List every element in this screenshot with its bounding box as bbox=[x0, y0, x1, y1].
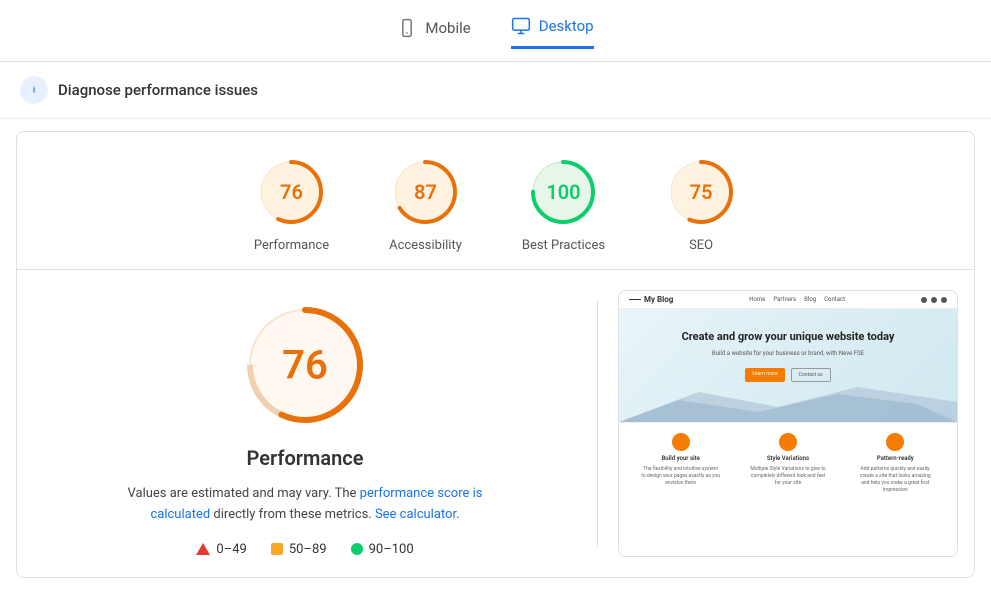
large-score-value: 76 bbox=[282, 342, 328, 389]
score-circle-best-practices: 100 bbox=[527, 156, 599, 228]
legend-high: 90–100 bbox=[351, 542, 414, 557]
vertical-divider bbox=[597, 300, 598, 547]
large-score-circle: 76 bbox=[240, 300, 370, 430]
mini-feature-2: Style Variations Multiple Style Variatio… bbox=[748, 433, 828, 494]
score-value-best-practices: 100 bbox=[546, 180, 580, 204]
scores-container: 76 Performance 87 Accessibility bbox=[16, 131, 975, 578]
mini-hero: Create and grow your unique website toda… bbox=[619, 309, 957, 422]
mini-feature-1: Build your site The flexibility and intu… bbox=[641, 433, 721, 494]
legend-orange-square bbox=[271, 543, 283, 555]
score-value-seo: 75 bbox=[690, 180, 713, 204]
score-best-practices[interactable]: 100 Best Practices bbox=[522, 156, 605, 253]
left-panel: 76 Performance Values are estimated and … bbox=[33, 290, 577, 557]
diagnose-title: Diagnose performance issues bbox=[58, 81, 258, 99]
mini-hero-title: Create and grow your unique website toda… bbox=[635, 329, 941, 344]
mini-feature-desc-2: Multiple Style Variations to give to com… bbox=[748, 466, 828, 487]
mini-feature-title-2: Style Variations bbox=[767, 455, 809, 462]
svg-text:i: i bbox=[33, 86, 35, 95]
legend-mid: 50–89 bbox=[271, 542, 327, 557]
mini-nav-icon-3 bbox=[941, 297, 947, 303]
legend-green-circle bbox=[351, 543, 363, 555]
mini-nav: My Blog Home Partners Blog Contact bbox=[619, 291, 957, 309]
legend-red-triangle bbox=[196, 543, 210, 555]
tab-desktop[interactable]: Desktop bbox=[511, 16, 594, 49]
mini-feature-icon-3 bbox=[886, 433, 904, 451]
score-circle-seo: 75 bbox=[665, 156, 737, 228]
legend-mid-range: 50–89 bbox=[289, 542, 327, 557]
legend-low-range: 0–49 bbox=[216, 542, 246, 557]
score-circle-accessibility: 87 bbox=[389, 156, 461, 228]
mini-btn-contact: Contact us bbox=[791, 368, 831, 382]
mini-features: Build your site The flexibility and intu… bbox=[619, 422, 957, 504]
website-preview: My Blog Home Partners Blog Contact bbox=[619, 291, 957, 556]
mini-nav-icons bbox=[921, 297, 947, 303]
legend-low: 0–49 bbox=[196, 542, 246, 557]
description-text: Values are estimated and may vary. The p… bbox=[105, 484, 505, 526]
tab-mobile-label: Mobile bbox=[425, 19, 470, 37]
calculator-link[interactable]: See calculator bbox=[375, 507, 456, 522]
main-content: 76 Performance Values are estimated and … bbox=[17, 270, 974, 577]
score-label-performance: Performance bbox=[254, 238, 329, 253]
desc-middle: directly from these metrics. bbox=[210, 507, 375, 522]
mini-feature-title-1: Build your site bbox=[661, 455, 699, 462]
nav-link-partners: Partners bbox=[773, 296, 796, 303]
score-label-accessibility: Accessibility bbox=[389, 238, 462, 253]
mini-mountains bbox=[619, 382, 957, 422]
score-value-accessibility: 87 bbox=[414, 180, 437, 204]
nav-link-contact: Contact bbox=[824, 296, 845, 303]
desc-after: . bbox=[456, 507, 459, 522]
mini-logo: My Blog bbox=[629, 295, 673, 304]
mini-nav-links: Home Partners Blog Contact bbox=[749, 296, 845, 303]
tab-mobile[interactable]: Mobile bbox=[397, 18, 470, 48]
mini-feature-desc-3: Add patterns quickly and easily, create … bbox=[855, 466, 935, 494]
diagnose-bar: i Diagnose performance issues bbox=[0, 62, 991, 119]
score-accessibility[interactable]: 87 Accessibility bbox=[389, 156, 462, 253]
mini-feature-title-3: Pattern-ready bbox=[877, 455, 914, 462]
performance-title: Performance bbox=[247, 446, 364, 470]
score-seo[interactable]: 75 SEO bbox=[665, 156, 737, 253]
diagnose-icon: i bbox=[20, 76, 48, 104]
score-label-seo: SEO bbox=[689, 238, 713, 253]
scores-row: 76 Performance 87 Accessibility bbox=[17, 132, 974, 269]
tab-desktop-label: Desktop bbox=[539, 17, 594, 35]
score-label-best-practices: Best Practices bbox=[522, 238, 605, 253]
legend-high-range: 90–100 bbox=[369, 542, 414, 557]
desc-before: Values are estimated and may vary. The bbox=[128, 486, 360, 501]
score-performance[interactable]: 76 Performance bbox=[254, 156, 329, 253]
nav-link-home: Home bbox=[749, 296, 765, 303]
desktop-icon bbox=[511, 16, 531, 36]
mini-feature-icon-1 bbox=[672, 433, 690, 451]
header-tabs: Mobile Desktop bbox=[0, 0, 991, 62]
mini-hero-btns: Learn more Contact us bbox=[635, 368, 941, 382]
mini-feature-icon-2 bbox=[779, 433, 797, 451]
mini-site-name: My Blog bbox=[644, 295, 673, 304]
mini-hero-sub: Build a website for your business or bra… bbox=[635, 349, 941, 358]
mini-nav-icon-1 bbox=[921, 297, 927, 303]
website-preview-panel: My Blog Home Partners Blog Contact bbox=[618, 290, 958, 557]
score-value-performance: 76 bbox=[280, 180, 303, 204]
mini-btn-learn: Learn more bbox=[745, 368, 784, 382]
mini-feature-desc-1: The flexibility and intuitive system to … bbox=[641, 466, 721, 487]
legend: 0–49 50–89 90–100 bbox=[196, 542, 413, 557]
mini-nav-icon-2 bbox=[931, 297, 937, 303]
score-circle-performance: 76 bbox=[255, 156, 327, 228]
mobile-icon bbox=[397, 18, 417, 38]
mini-feature-3: Pattern-ready Add patterns quickly and e… bbox=[855, 433, 935, 494]
nav-link-blog: Blog bbox=[804, 296, 816, 303]
